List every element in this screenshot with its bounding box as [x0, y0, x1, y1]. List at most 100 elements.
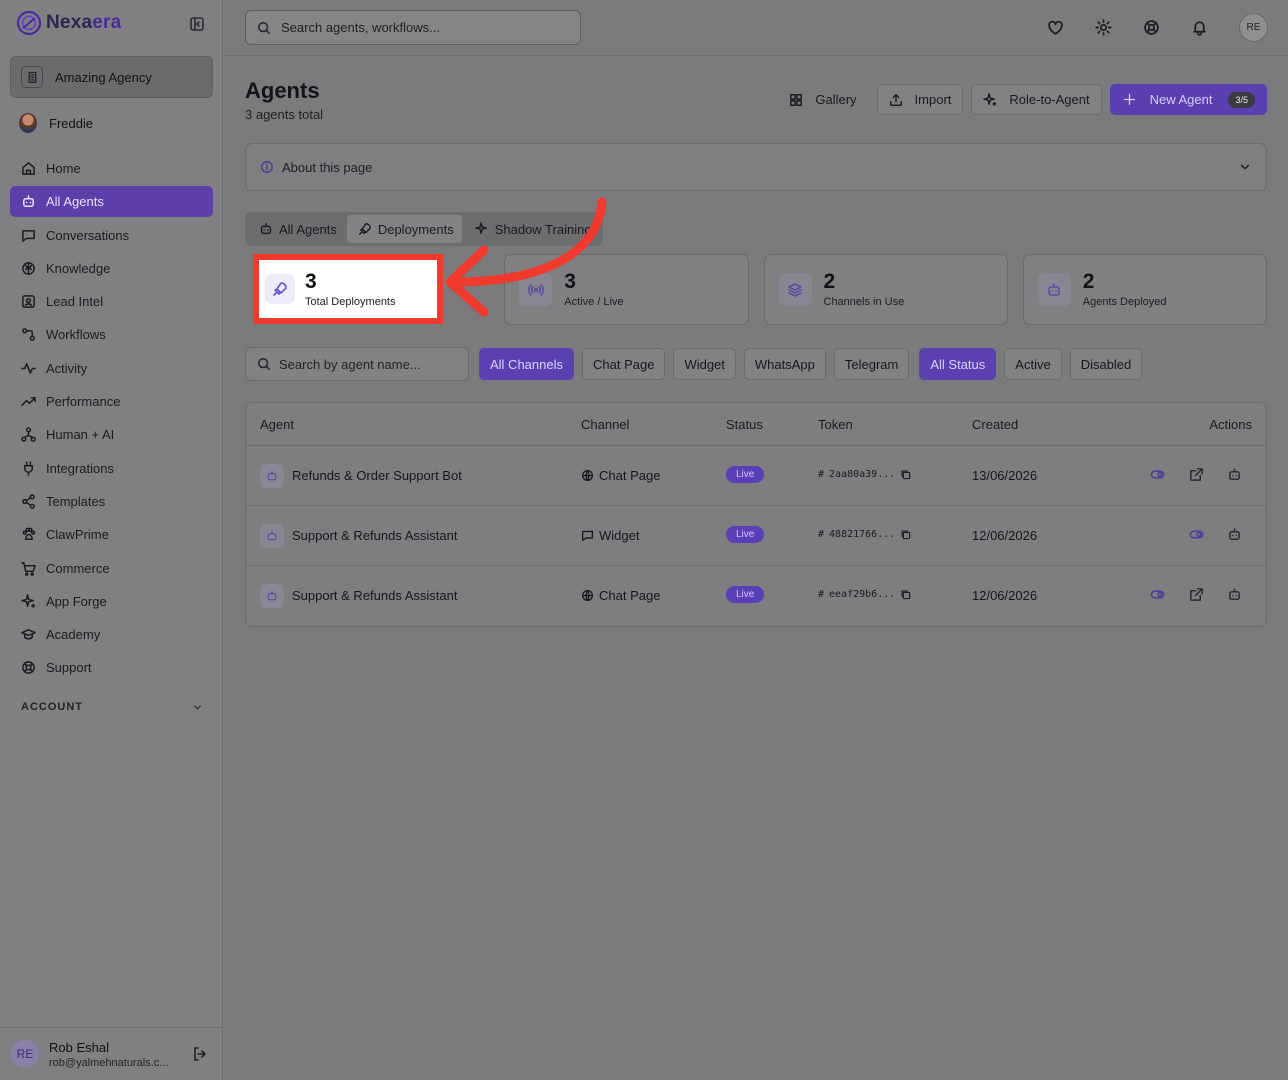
sidebar-item-label: Conversations [46, 227, 130, 243]
agent-count-badge: 3/5 [1228, 91, 1255, 108]
role-to-agent-button[interactable]: Role-to-Agent [971, 84, 1102, 115]
layers-icon [788, 282, 802, 297]
sidebar-item-human-ai[interactable]: Human + AI [10, 419, 213, 450]
heart-icon[interactable] [1047, 19, 1064, 36]
filter-chat-page[interactable]: Chat Page [582, 348, 666, 380]
sidebar-item-all-agents[interactable]: All Agents [10, 186, 213, 218]
paw-icon [22, 527, 36, 541]
tab-label: All Agents [279, 221, 337, 237]
bot-icon [1048, 282, 1061, 296]
bot-icon[interactable] [1227, 467, 1242, 482]
filter-disabled[interactable]: Disabled [1069, 348, 1143, 380]
toggle-icon[interactable] [1150, 587, 1165, 602]
rocket-icon [273, 282, 287, 296]
building-icon [21, 66, 43, 88]
import-button[interactable]: Import [876, 84, 964, 115]
sun-icon[interactable] [1095, 19, 1112, 36]
column-header: Token [818, 417, 853, 432]
token-cell: #48821766... [818, 529, 911, 540]
sidebar-item-lead-intel[interactable]: Lead Intel [10, 286, 213, 317]
sidebar-item-commerce[interactable]: Commerce [10, 553, 213, 584]
search-input[interactable] [281, 20, 561, 35]
agent-name[interactable]: Support & Refunds Assistant [292, 588, 457, 603]
about-page-accordion[interactable]: About this page [245, 143, 1267, 191]
account-section-toggle[interactable]: ACCOUNT [21, 701, 203, 713]
logout-button[interactable] [192, 1046, 208, 1062]
sidebar-item-label: Commerce [46, 560, 110, 576]
share-icon [22, 494, 35, 509]
agent-name[interactable]: Support & Refunds Assistant [292, 528, 457, 543]
agent-name[interactable]: Refunds & Order Support Bot [292, 468, 462, 483]
lifebuoy-icon[interactable] [1143, 19, 1160, 36]
new-agent-button[interactable]: New Agent 3/5 [1109, 84, 1267, 115]
filter-telegram[interactable]: Telegram [833, 348, 910, 380]
created-date: 12/06/2026 [972, 528, 1038, 543]
chevron-down-icon [194, 705, 201, 709]
agent-search[interactable] [245, 347, 469, 381]
sidebar-item-label: All Agents [46, 194, 104, 210]
stat-label: Channels in Use [823, 296, 905, 308]
brain-icon [22, 262, 35, 275]
filter-all-channels[interactable]: All Channels [479, 348, 574, 380]
user-name: Freddie [49, 115, 94, 131]
token-value: 48821766... [829, 529, 896, 540]
topbar: RE [224, 0, 1288, 56]
sidebar-item-label: Templates [46, 493, 106, 509]
sidebar-item-label: Academy [46, 627, 101, 643]
table-row[interactable]: Refunds & Order Support Bot Chat Page Li… [246, 446, 1266, 506]
filter-active[interactable]: Active [1004, 348, 1062, 380]
sidebar-item-home[interactable]: Home [10, 153, 213, 184]
deployments-table: Agent Channel Status Token Created Actio… [245, 402, 1267, 627]
copy-icon[interactable] [900, 589, 911, 600]
bot-icon[interactable] [1227, 587, 1242, 602]
sidebar-item-integrations[interactable]: Integrations [10, 453, 213, 484]
brand-logo[interactable]: Nexaera [16, 10, 121, 36]
gallery-button[interactable]: Gallery [777, 84, 868, 115]
filter-whatsapp[interactable]: WhatsApp [743, 348, 826, 380]
channel-cell: Widget [581, 528, 639, 543]
toggle-icon[interactable] [1189, 527, 1204, 542]
sidebar: Nexaera Amazing Agency Freddie Home All A… [0, 0, 223, 1080]
copy-icon[interactable] [900, 469, 911, 480]
sidebar-item-clawprime[interactable]: ClawPrime [10, 519, 213, 550]
agency-switcher[interactable]: Amazing Agency [10, 56, 213, 98]
sidebar-item-activity[interactable]: Activity [10, 353, 213, 384]
table-row[interactable]: Support & Refunds Assistant Widget Live … [246, 506, 1266, 566]
avatar[interactable]: RE [11, 1040, 39, 1068]
filter-bar: All Channels Chat Page Widget WhatsApp T… [245, 347, 1143, 381]
toggle-icon[interactable] [1150, 467, 1165, 482]
token-value: eeaf29b6... [829, 589, 896, 600]
sidebar-item-workflows[interactable]: Workflows [10, 319, 213, 350]
status-badge: Live [726, 526, 765, 543]
sidebar-item-templates[interactable]: Templates [10, 486, 213, 517]
sidebar-nav: Home All Agents Conversations Knowledge Lead… [10, 153, 213, 686]
external-link-icon[interactable] [1189, 467, 1204, 482]
avatar[interactable]: RE [1239, 13, 1268, 42]
column-header: Agent [260, 417, 294, 432]
sidebar-item-label: Knowledge [46, 260, 111, 276]
global-search[interactable] [245, 10, 581, 45]
bell-icon[interactable] [1191, 19, 1208, 36]
external-link-icon[interactable] [1189, 587, 1204, 602]
contact-icon [22, 295, 35, 309]
filter-widget[interactable]: Widget [673, 348, 736, 380]
sidebar-item-label: ClawPrime [46, 527, 109, 543]
bot-icon[interactable] [1227, 527, 1242, 542]
plus-icon [1123, 93, 1135, 106]
filter-all-status[interactable]: All Status [919, 348, 997, 380]
sidebar-item-performance[interactable]: Performance [10, 386, 213, 417]
sidebar-item-app-forge[interactable]: App Forge [10, 586, 213, 617]
collapse-sidebar-button[interactable] [189, 16, 205, 32]
sidebar-item-conversations[interactable]: Conversations [10, 220, 213, 251]
channel-label: Widget [599, 528, 640, 543]
sidebar-item-knowledge[interactable]: Knowledge [10, 253, 213, 284]
current-user[interactable]: Freddie [19, 113, 93, 133]
table-row[interactable]: Support & Refunds Assistant Chat Page Li… [246, 566, 1266, 626]
tab-all-agents[interactable]: All Agents [248, 215, 345, 243]
sidebar-item-support[interactable]: Support [10, 652, 213, 683]
about-label: About this page [282, 159, 373, 175]
copy-icon[interactable] [900, 529, 911, 540]
stat-label: Total Deployments [305, 295, 396, 308]
sidebar-item-academy[interactable]: Academy [10, 619, 213, 650]
agent-search-input[interactable] [279, 356, 459, 372]
